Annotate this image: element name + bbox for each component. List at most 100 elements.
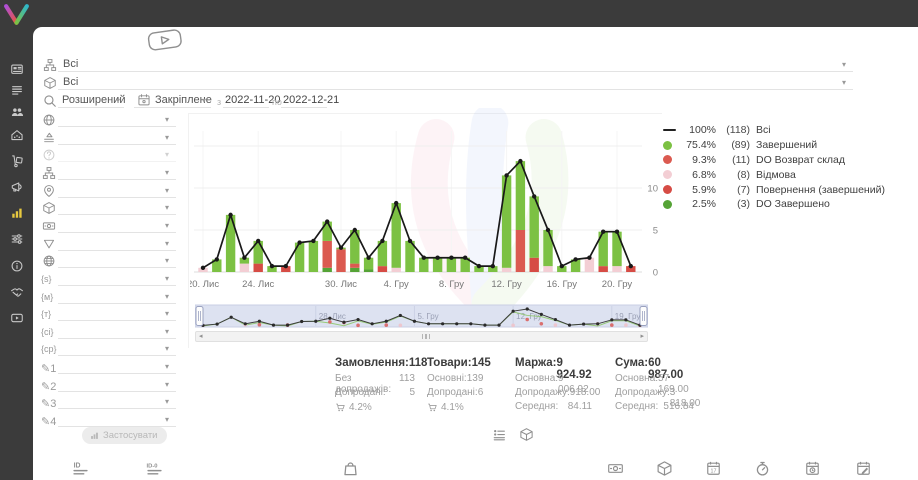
legend-label: Всі (750, 124, 771, 136)
apply-button[interactable]: Застосувати (82, 427, 167, 444)
navigator-right-handle[interactable] (640, 307, 647, 326)
sidebar-item-info[interactable] (0, 256, 33, 276)
stat-column: Замовлення:118Без допродажів:113Допродан… (335, 357, 415, 414)
filter-dropdown[interactable] (58, 373, 176, 374)
legend-view-toggle[interactable] (492, 427, 507, 442)
chevron-down-icon[interactable]: ▾ (165, 416, 169, 424)
sidebar-item-orders[interactable] (0, 80, 33, 100)
filter-dropdown[interactable] (58, 408, 176, 409)
orders-chart[interactable]: 051020. Лис24. Лис30. Лис4. Гру8. Гру12.… (190, 113, 690, 297)
sidebar-item-purchases[interactable] (0, 151, 33, 171)
order-number-column-icon[interactable] (146, 460, 163, 477)
sidebar-item-banners[interactable] (0, 59, 33, 79)
idzero-icon (146, 460, 163, 477)
chevron-down-icon[interactable]: ▾ (165, 222, 169, 230)
date-modified-column-icon[interactable] (855, 460, 872, 477)
chevron-down-icon[interactable]: ▾ (165, 293, 169, 301)
search-icon[interactable] (43, 94, 57, 108)
chart-horizontal-scrollbar[interactable]: ◂ ▸ (195, 331, 648, 342)
chevron-down-icon[interactable]: ▾ (116, 97, 120, 105)
sidebar-item-tutorials[interactable] (0, 308, 33, 328)
date-from-label: з (217, 97, 221, 107)
bag-icon (342, 460, 359, 477)
sidebar-item-marketing[interactable] (0, 177, 33, 197)
filter-dropdown[interactable] (58, 126, 176, 127)
sidebar-item-customers[interactable] (0, 102, 33, 122)
sliders-icon (10, 232, 24, 246)
products-view-toggle[interactable] (519, 427, 534, 442)
scroll-left-icon[interactable]: ◂ (199, 332, 203, 341)
chevron-down-icon[interactable]: ▾ (165, 398, 169, 406)
date-created-column-icon[interactable] (705, 460, 722, 477)
legend-item[interactable]: 5.9%(7)Повернення (завершений) (663, 182, 885, 197)
filter-dropdown[interactable] (58, 144, 176, 145)
upsell-rate: 4.2% (335, 401, 415, 415)
filter-dropdown[interactable] (58, 267, 176, 268)
legend-item[interactable]: 2.5%(3)DO Завершено (663, 197, 885, 212)
date-scheduled-column-icon[interactable] (804, 460, 821, 477)
filter-dropdown[interactable] (58, 232, 176, 233)
legend-count: (118) (716, 124, 750, 136)
chevron-down-icon[interactable]: ▾ (202, 97, 206, 105)
sidebar-item-company[interactable] (0, 125, 33, 145)
chevron-down-icon[interactable]: ▾ (165, 204, 169, 212)
chevron-down-icon[interactable]: ▾ (165, 151, 169, 159)
chevron-down-icon[interactable]: ▾ (165, 275, 169, 283)
legend-item[interactable]: 75.4%(89)Завершений (663, 138, 885, 153)
filter-dropdown[interactable] (58, 161, 176, 162)
order-id-column-icon[interactable] (72, 460, 89, 477)
chevron-down-icon[interactable]: ▾ (842, 61, 846, 69)
chevron-down-icon[interactable]: ▾ (165, 134, 169, 142)
legend-item[interactable]: 9.3%(11)DO Возврат склад (663, 153, 885, 168)
filter-dropdown[interactable] (58, 250, 176, 251)
chevron-down-icon[interactable]: ▾ (165, 345, 169, 353)
filter-dropdown[interactable] (58, 303, 176, 304)
chevron-down-icon[interactable]: ▾ (165, 363, 169, 371)
package-column-icon[interactable] (656, 460, 673, 477)
legend-percent: 5.9% (679, 184, 716, 196)
users-icon (10, 105, 24, 119)
legendlist-icon (492, 427, 507, 442)
custom-4-icon: ✎4 (41, 415, 56, 428)
chevron-down-icon[interactable]: ▾ (165, 381, 169, 389)
legend-item[interactable]: 6.8%(8)Відмова (663, 167, 885, 182)
svg-text:8. Гру: 8. Гру (439, 279, 464, 290)
products-column-icon[interactable] (342, 460, 359, 477)
scroll-right-icon[interactable]: ▸ (640, 332, 644, 341)
package-icon (42, 201, 56, 215)
processing-time-column-icon[interactable] (754, 460, 771, 477)
stat-title: Маржа:9 924.92 (515, 357, 592, 373)
chevron-down-icon[interactable]: ▾ (842, 79, 846, 87)
chevron-down-icon[interactable]: ▾ (165, 328, 169, 336)
sidebar-item-settings[interactable] (0, 229, 33, 249)
help-icon (42, 148, 56, 162)
filter-dropdown[interactable] (58, 391, 176, 392)
filter-dropdown[interactable] (58, 355, 176, 356)
filter-dropdown[interactable] (58, 214, 176, 215)
chevron-down-icon[interactable]: ▾ (165, 240, 169, 248)
chevron-down-icon[interactable]: ▾ (165, 116, 169, 124)
scrollbar-grip[interactable] (422, 334, 431, 339)
filter-dropdown[interactable] (58, 320, 176, 321)
handshake-icon (10, 285, 24, 299)
date-to-input[interactable]: 2022-12-21 (283, 94, 339, 106)
chart-range-navigator[interactable]: 28. Лис5. Гру12. Гру19. Гру (195, 303, 648, 330)
app-logo-icon[interactable] (3, 2, 30, 26)
product-filter-value[interactable]: Всі (63, 76, 78, 88)
chevron-down-icon[interactable]: ▾ (165, 310, 169, 318)
megaphone-icon (10, 180, 24, 194)
filter-dropdown[interactable] (58, 179, 176, 180)
sidebar-item-partners[interactable] (0, 282, 33, 302)
status-filter-value[interactable]: Всі (63, 58, 78, 70)
navigator-left-handle[interactable] (196, 307, 203, 326)
chevron-down-icon[interactable]: ▾ (165, 187, 169, 195)
filter-dropdown[interactable] (58, 338, 176, 339)
filter-dropdown[interactable] (58, 285, 176, 286)
chevron-down-icon[interactable]: ▾ (165, 257, 169, 265)
filter-dropdown[interactable] (58, 197, 176, 198)
home-icon (10, 128, 24, 142)
legend-item[interactable]: 100%(118)Всі (663, 123, 885, 138)
payment-column-icon[interactable] (607, 460, 624, 477)
chevron-down-icon[interactable]: ▾ (165, 169, 169, 177)
sidebar-item-analytics[interactable] (0, 203, 33, 223)
